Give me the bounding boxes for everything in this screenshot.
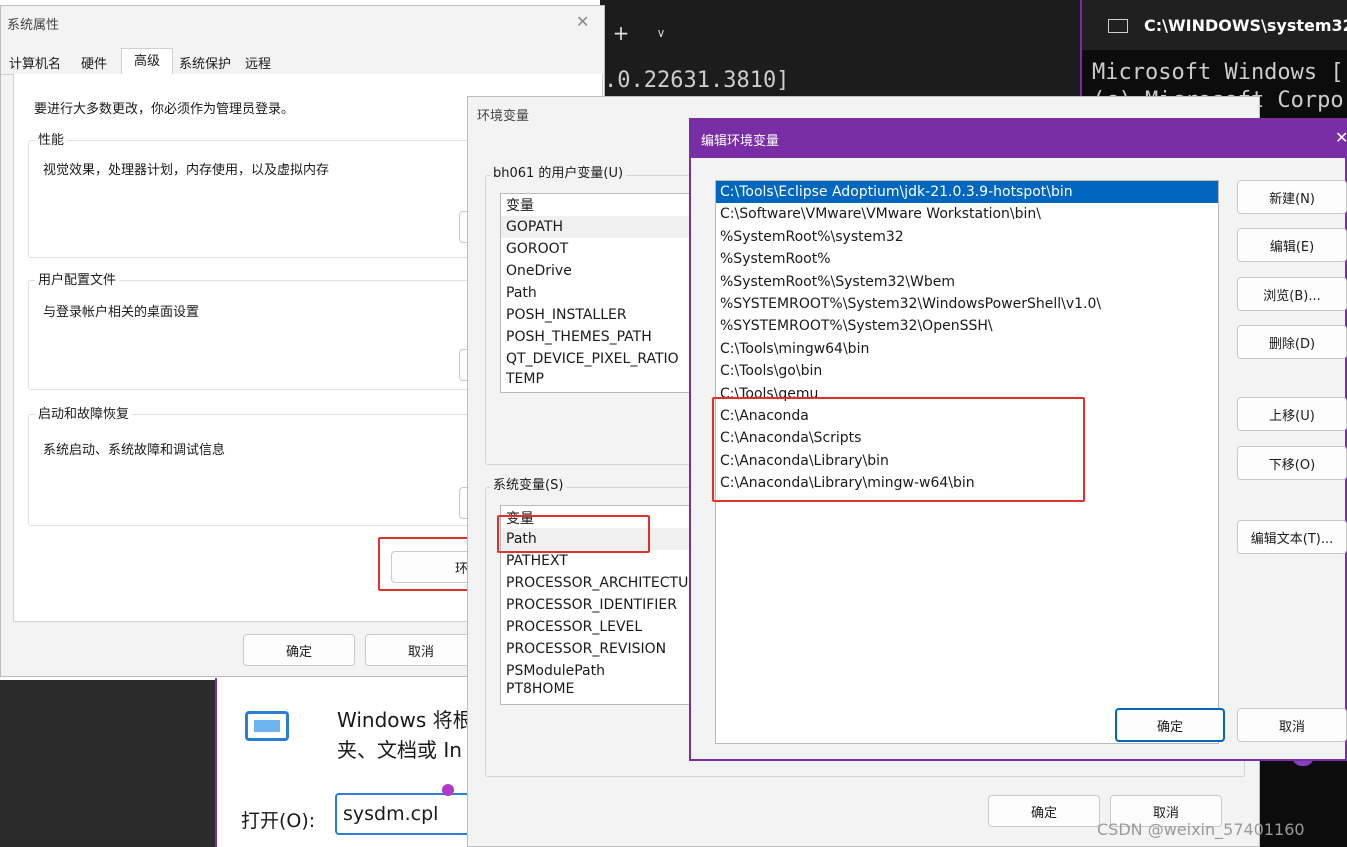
tab-computer-name[interactable]: 计算机名 <box>9 53 61 72</box>
tab-system-protection[interactable]: 系统保护 <box>179 53 231 72</box>
edit-button[interactable]: 编辑(E) <box>1237 228 1347 262</box>
run-dialog: Windows 将根 夹、文档或 In 打开(O): sysdm.cpl <box>215 678 477 847</box>
tab-bar: 计算机名 硬件 高级 系统保护 远程 <box>1 48 601 75</box>
performance-desc: 视觉效果，处理器计划，内存使用，以及虚拟内存 <box>43 163 330 178</box>
run-dialog-strip <box>0 680 215 847</box>
list-item[interactable]: PROCESSOR_REVISION <box>501 638 699 660</box>
cmd-icon <box>1108 19 1128 33</box>
tab-dropdown-button[interactable]: ∨ <box>650 22 672 44</box>
run-icon <box>245 711 289 741</box>
list-item[interactable]: GOROOT <box>501 238 699 260</box>
list-item[interactable]: POSH_THEMES_PATH <box>501 326 699 348</box>
list-item[interactable]: PT8HOME <box>501 682 699 696</box>
run-description-line-2: 夹、文档或 In <box>337 738 462 762</box>
terminal-version-text: .0.22631.3810] <box>604 68 790 93</box>
edit-titlebar: 编辑环境变量 ✕ <box>691 120 1347 158</box>
watermark: CSDN @weixin_57401160 <box>1097 820 1305 839</box>
user-variables-list[interactable]: 变量 GOPATH GOROOT OneDrive Path POSH_INST… <box>500 193 700 393</box>
path-item[interactable]: %SystemRoot% <box>716 248 1218 270</box>
ok-button[interactable]: 确定 <box>243 634 355 666</box>
user-profile-title: 用户配置文件 <box>35 273 120 289</box>
new-button[interactable]: 新建(N) <box>1237 180 1347 214</box>
run-description-line-1: Windows 将根 <box>337 708 473 732</box>
move-down-button[interactable]: 下移(O) <box>1237 446 1347 480</box>
cmd-line-1: Microsoft Windows [ <box>1092 60 1344 85</box>
cancel-button[interactable]: 取消 <box>1237 708 1347 742</box>
close-icon[interactable]: ✕ <box>1335 128 1347 147</box>
admin-notice: 要进行大多数更改，你必须作为管理员登录。 <box>34 102 295 117</box>
dialog-title: 环境变量 <box>477 109 530 124</box>
performance-title: 性能 <box>35 133 68 149</box>
list-item[interactable]: PROCESSOR_IDENTIFIER <box>501 594 699 616</box>
user-profile-desc: 与登录帐户相关的桌面设置 <box>43 305 200 320</box>
anaconda-paths-highlight <box>712 397 1085 502</box>
cmd-title: C:\WINDOWS\system32\c <box>1144 16 1347 35</box>
ok-button[interactable]: 确定 <box>988 795 1100 827</box>
delete-button[interactable]: 删除(D) <box>1237 325 1347 359</box>
list-item[interactable]: OneDrive <box>501 260 699 282</box>
dialog-title: 系统属性 <box>7 18 60 33</box>
edit-text-button[interactable]: 编辑文本(T)... <box>1237 520 1347 554</box>
open-input[interactable]: sysdm.cpl <box>335 793 470 835</box>
cmd-titlebar: C:\WINDOWS\system32\c <box>1082 0 1347 50</box>
path-item[interactable]: %SystemRoot%\system32 <box>716 226 1218 248</box>
env-button-highlight <box>378 537 480 591</box>
startup-title: 启动和故障恢复 <box>35 407 133 423</box>
list-item[interactable]: QT_DEVICE_PIXEL_RATIO <box>501 348 699 370</box>
dialog-title: 编辑环境变量 <box>701 134 780 149</box>
path-item[interactable]: %SystemRoot%\System32\Wbem <box>716 271 1218 293</box>
tab-hardware[interactable]: 硬件 <box>81 53 107 72</box>
list-item[interactable]: PROCESSOR_ARCHITECTU <box>501 572 699 594</box>
cancel-button[interactable]: 取消 <box>365 634 477 666</box>
list-item[interactable]: Path <box>501 282 699 304</box>
path-item-selected[interactable]: C:\Tools\Eclipse Adoptium\jdk-21.0.3.9-h… <box>716 181 1218 204</box>
new-tab-button[interactable]: + <box>608 20 634 46</box>
move-up-button[interactable]: 上移(U) <box>1237 397 1347 431</box>
path-item[interactable]: %SYSTEMROOT%\System32\OpenSSH\ <box>716 315 1218 337</box>
list-item[interactable]: PATHEXT <box>501 550 699 572</box>
ok-button[interactable]: 确定 <box>1115 708 1225 742</box>
list-item[interactable]: TEMP <box>501 370 699 387</box>
user-variables-title: bh061 的用户变量(U) <box>490 166 627 182</box>
text-cursor-handle <box>442 784 454 796</box>
list-item[interactable]: POSH_INSTALLER <box>501 304 699 326</box>
path-item[interactable]: C:\Tools\mingw64\bin <box>716 338 1218 360</box>
browse-button[interactable]: 浏览(B)... <box>1237 277 1347 311</box>
tab-advanced[interactable]: 高级 <box>121 48 173 75</box>
list-item[interactable]: GOPATH <box>501 216 699 238</box>
path-item[interactable]: C:\Software\VMware\VMware Workstation\bi… <box>716 203 1218 225</box>
path-variable-highlight <box>497 515 650 553</box>
close-icon[interactable]: ✕ <box>576 12 589 31</box>
list-item[interactable]: PSModulePath <box>501 660 699 682</box>
tab-remote[interactable]: 远程 <box>245 53 271 72</box>
path-item[interactable]: %SYSTEMROOT%\System32\WindowsPowerShell\… <box>716 293 1218 315</box>
system-variables-title: 系统变量(S) <box>490 478 567 494</box>
path-item[interactable]: C:\Tools\go\bin <box>716 360 1218 382</box>
list-header: 变量 <box>506 198 534 214</box>
list-item[interactable]: PROCESSOR_LEVEL <box>501 616 699 638</box>
startup-desc: 系统启动、系统故障和调试信息 <box>43 443 226 458</box>
open-label: 打开(O): <box>241 810 316 832</box>
